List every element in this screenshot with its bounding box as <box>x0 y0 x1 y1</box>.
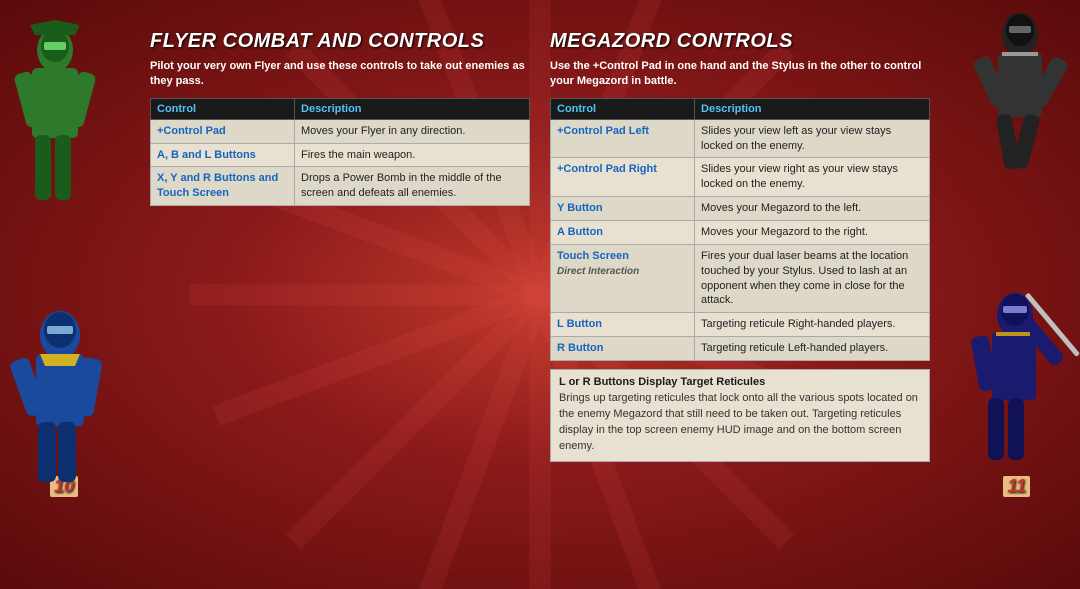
flyer-controls-table: Control Description +Control Pad Moves y… <box>150 98 530 206</box>
table-row: A, B and L Buttons Fires the main weapon… <box>151 143 530 167</box>
page-numbers: 10 11 <box>0 472 1080 505</box>
character-ranger-sword <box>950 280 1080 480</box>
flyer-col2-header: Description <box>295 98 530 119</box>
table-row: L Button Targeting reticule Right-handed… <box>551 313 930 337</box>
megazord-desc-6: Targeting reticule Right-handed players. <box>695 313 930 337</box>
flyer-control-2: A, B and L Buttons <box>151 143 295 167</box>
flyer-col1-header: Control <box>151 98 295 119</box>
flyer-control-1: +Control Pad <box>151 119 295 143</box>
megazord-col2-header: Description <box>695 98 930 119</box>
megazord-control-3: Y Button <box>551 197 695 221</box>
flyer-panel: Flyer Combat and Controls Pilot your ver… <box>150 30 530 462</box>
target-reticules-body: Brings up targeting reticules that lock … <box>559 391 921 455</box>
table-row: +Control Pad Moves your Flyer in any dir… <box>151 119 530 143</box>
touch-screen-sublabel: Direct Interaction <box>557 266 639 277</box>
megazord-desc-5: Fires your dual laser beams at the locat… <box>695 244 930 312</box>
flyer-title: Flyer Combat and Controls <box>150 30 530 53</box>
megazord-desc-4: Moves your Megazord to the right. <box>695 221 930 245</box>
megazord-desc-3: Moves your Megazord to the left. <box>695 197 930 221</box>
megazord-control-2: +Control Pad Right <box>551 158 695 197</box>
megazord-control-4: A Button <box>551 221 695 245</box>
flyer-desc-3: Drops a Power Bomb in the middle of the … <box>295 167 530 206</box>
touch-screen-label: Touch Screen <box>557 250 629 262</box>
megazord-desc-1: Slides your view left as your view stays… <box>695 119 930 158</box>
megazord-desc-7: Targeting reticule Left-handed players. <box>695 337 930 361</box>
table-row: R Button Targeting reticule Left-handed … <box>551 337 930 361</box>
table-row: +Control Pad Right Slides your view righ… <box>551 158 930 197</box>
megazord-desc-2: Slides your view right as your view stay… <box>695 158 930 197</box>
flyer-control-3: X, Y and R Buttons and Touch Screen <box>151 167 295 206</box>
table-row: +Control Pad Left Slides your view left … <box>551 119 930 158</box>
megazord-col1-header: Control <box>551 98 695 119</box>
table-row: Touch Screen Direct Interaction Fires yo… <box>551 244 930 312</box>
megazord-control-1: +Control Pad Left <box>551 119 695 158</box>
main-content: Flyer Combat and Controls Pilot your ver… <box>0 0 1080 472</box>
flyer-desc-2: Fires the main weapon. <box>295 143 530 167</box>
flyer-subtitle: Pilot your very own Flyer and use these … <box>150 59 530 90</box>
megazord-controls-table: Control Description +Control Pad Left Sl… <box>550 98 930 361</box>
megazord-subtitle: Use the +Control Pad in one hand and the… <box>550 59 930 90</box>
character-black-ranger-top <box>960 0 1080 180</box>
target-reticules-title: L or R Buttons Display Target Reticules <box>559 376 921 388</box>
table-row: Y Button Moves your Megazord to the left… <box>551 197 930 221</box>
character-blue-ranger-bottom <box>0 300 130 500</box>
megazord-control-5: Touch Screen Direct Interaction <box>551 244 695 312</box>
character-green-ranger-top <box>0 20 110 220</box>
table-row: A Button Moves your Megazord to the righ… <box>551 221 930 245</box>
megazord-title: Megazord Controls <box>550 30 930 53</box>
megazord-control-6: L Button <box>551 313 695 337</box>
flyer-desc-1: Moves your Flyer in any direction. <box>295 119 530 143</box>
megazord-control-7: R Button <box>551 337 695 361</box>
target-reticules-section: L or R Buttons Display Target Reticules … <box>550 369 930 462</box>
table-row: X, Y and R Buttons and Touch Screen Drop… <box>151 167 530 206</box>
megazord-panel: Megazord Controls Use the +Control Pad i… <box>550 30 930 462</box>
